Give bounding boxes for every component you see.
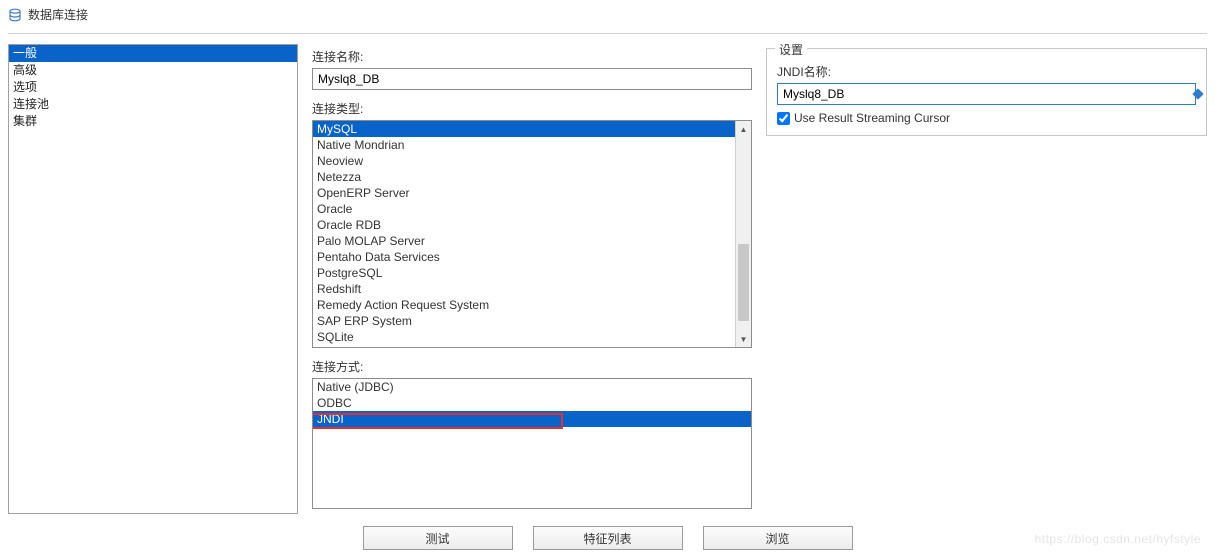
list-item[interactable]: JNDI bbox=[313, 411, 751, 427]
list-item[interactable]: Native (JDBC) bbox=[313, 379, 751, 395]
list-item[interactable]: Oracle bbox=[313, 201, 751, 217]
sidebar-item-general[interactable]: 一般 bbox=[9, 45, 297, 62]
list-item[interactable]: Palo MOLAP Server bbox=[313, 233, 751, 249]
list-item[interactable]: SAP ERP System bbox=[313, 313, 751, 329]
sidebar-item-pooling[interactable]: 连接池 bbox=[9, 96, 297, 113]
conn-method-label: 连接方式: bbox=[312, 358, 752, 375]
right-column: 设置 JNDI名称: Use Result Streaming Cursor bbox=[766, 44, 1207, 514]
conn-method-listbox[interactable]: Native (JDBC) ODBC JNDI bbox=[312, 378, 752, 509]
settings-legend: 设置 bbox=[775, 41, 807, 58]
conn-name-label: 连接名称: bbox=[312, 48, 752, 65]
scroll-down-icon[interactable]: ▼ bbox=[736, 331, 751, 347]
list-item[interactable]: Redshift bbox=[313, 281, 751, 297]
conn-name-input[interactable] bbox=[312, 68, 752, 90]
header-divider bbox=[8, 33, 1207, 34]
window-title: 数据库连接 bbox=[28, 6, 88, 23]
feature-list-button[interactable]: 特征列表 bbox=[533, 526, 683, 550]
sidebar-item-advanced[interactable]: 高级 bbox=[9, 62, 297, 79]
list-item[interactable]: Remedy Action Request System bbox=[313, 297, 751, 313]
scroll-up-icon[interactable]: ▲ bbox=[736, 121, 751, 137]
title-bar: 数据库连接 bbox=[0, 0, 1215, 29]
streaming-cursor-label: Use Result Streaming Cursor bbox=[794, 111, 950, 125]
sidebar-item-options[interactable]: 选项 bbox=[9, 79, 297, 96]
scroll-track[interactable] bbox=[736, 137, 751, 331]
list-item[interactable]: Pentaho Data Services bbox=[313, 249, 751, 265]
browse-button[interactable]: 浏览 bbox=[703, 526, 853, 550]
list-item[interactable]: SQLite bbox=[313, 329, 751, 345]
scrollbar[interactable]: ▲ ▼ bbox=[735, 121, 751, 347]
streaming-cursor-checkbox-row[interactable]: Use Result Streaming Cursor bbox=[777, 111, 1196, 125]
conn-type-label: 连接类型: bbox=[312, 100, 752, 117]
conn-type-listbox[interactable]: MySQL Native Mondrian Neoview Netezza Op… bbox=[312, 120, 752, 348]
jndi-name-label: JNDI名称: bbox=[777, 63, 1196, 80]
list-item[interactable]: ODBC bbox=[313, 395, 751, 411]
settings-fieldset: 设置 JNDI名称: Use Result Streaming Cursor bbox=[766, 48, 1207, 136]
list-item[interactable]: Oracle RDB bbox=[313, 217, 751, 233]
list-item[interactable]: Native Mondrian bbox=[313, 137, 751, 153]
list-item[interactable]: PostgreSQL bbox=[313, 265, 751, 281]
sidebar-item-cluster[interactable]: 集群 bbox=[9, 113, 297, 130]
scroll-thumb[interactable] bbox=[738, 244, 749, 322]
database-icon bbox=[8, 8, 22, 22]
list-item[interactable]: MySQL bbox=[313, 121, 751, 137]
bottom-button-bar: 测试 特征列表 浏览 bbox=[0, 520, 1215, 550]
sidebar: 一般 高级 选项 连接池 集群 bbox=[8, 44, 298, 514]
main-area: 一般 高级 选项 连接池 集群 连接名称: 连接类型: MySQL Native… bbox=[0, 44, 1215, 514]
jndi-name-input[interactable] bbox=[777, 83, 1196, 105]
list-item[interactable]: OpenERP Server bbox=[313, 185, 751, 201]
streaming-cursor-checkbox[interactable] bbox=[777, 112, 790, 125]
test-button[interactable]: 测试 bbox=[363, 526, 513, 550]
list-item[interactable]: Neoview bbox=[313, 153, 751, 169]
list-item[interactable]: Netezza bbox=[313, 169, 751, 185]
center-column: 连接名称: 连接类型: MySQL Native Mondrian Neovie… bbox=[312, 44, 752, 514]
